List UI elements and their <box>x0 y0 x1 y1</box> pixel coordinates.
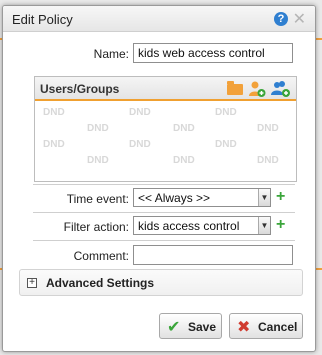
time-event-label: Time event: <box>66 192 129 206</box>
dnd-placeholder: DND <box>43 139 65 150</box>
dropdown-arrow-icon[interactable]: ▼ <box>258 217 270 234</box>
advanced-settings-label: Advanced Settings <box>46 276 155 290</box>
comment-field[interactable] <box>133 245 293 265</box>
users-groups-panel: Users/Groups DND DND DND DND DND DND DND… <box>34 76 297 182</box>
filter-action-label: Filter action: <box>63 220 129 234</box>
divider <box>33 184 295 185</box>
add-filter-action-icon[interactable]: + <box>276 216 285 234</box>
dnd-placeholder: DND <box>43 107 65 118</box>
comment-row: Comment: <box>3 244 315 268</box>
dnd-placeholder: DND <box>129 107 151 118</box>
dnd-placeholder: DND <box>215 139 237 150</box>
users-groups-drop-area[interactable]: DND DND DND DND DND DND DND DND DND DND … <box>35 103 296 181</box>
dnd-placeholder: DND <box>257 155 279 166</box>
users-groups-header: Users/Groups <box>35 77 296 101</box>
divider <box>33 212 295 213</box>
name-label: Name: <box>93 47 129 61</box>
edit-policy-dialog: Edit Policy ? ✕ Name: Users/Groups <box>2 5 316 352</box>
name-field[interactable] <box>133 43 293 63</box>
dnd-placeholder: DND <box>215 107 237 118</box>
save-button[interactable]: ✔ Save <box>159 313 222 339</box>
advanced-settings-section[interactable]: + Advanced Settings <box>19 269 303 296</box>
cancel-label: Cancel <box>258 320 298 334</box>
name-row: Name: <box>3 42 315 66</box>
cross-icon: ✖ <box>237 319 251 336</box>
dnd-placeholder: DND <box>129 139 151 150</box>
filter-action-select[interactable]: kids access control ▼ <box>133 216 271 235</box>
users-groups-title: Users/Groups <box>40 82 120 96</box>
add-group-icon[interactable] <box>271 80 291 98</box>
time-event-value: << Always >> <box>138 191 211 205</box>
dropdown-arrow-icon[interactable]: ▼ <box>258 189 270 206</box>
filter-action-value: kids access control <box>138 219 240 233</box>
time-event-row: Time event: << Always >> ▼ + <box>3 187 315 211</box>
folder-icon[interactable] <box>227 81 243 95</box>
add-time-event-icon[interactable]: + <box>276 188 285 206</box>
cancel-button[interactable]: ✖ Cancel <box>229 313 303 339</box>
dnd-placeholder: DND <box>257 123 279 134</box>
dnd-placeholder: DND <box>173 155 195 166</box>
dnd-placeholder: DND <box>87 123 109 134</box>
dialog-titlebar[interactable]: Edit Policy ? ✕ <box>3 6 315 32</box>
save-label: Save <box>188 320 217 334</box>
dnd-placeholder: DND <box>87 155 109 166</box>
comment-label: Comment: <box>73 249 129 263</box>
checkmark-icon: ✔ <box>167 319 181 336</box>
dnd-placeholder: DND <box>173 123 195 134</box>
dialog-title: Edit Policy <box>12 12 73 27</box>
filter-action-row: Filter action: kids access control ▼ + <box>3 215 315 239</box>
add-user-icon[interactable] <box>248 80 266 98</box>
expand-icon[interactable]: + <box>27 278 37 288</box>
help-icon[interactable]: ? <box>274 12 288 26</box>
time-event-select[interactable]: << Always >> ▼ <box>133 188 271 207</box>
close-icon[interactable]: ✕ <box>293 9 306 29</box>
divider <box>33 240 295 241</box>
